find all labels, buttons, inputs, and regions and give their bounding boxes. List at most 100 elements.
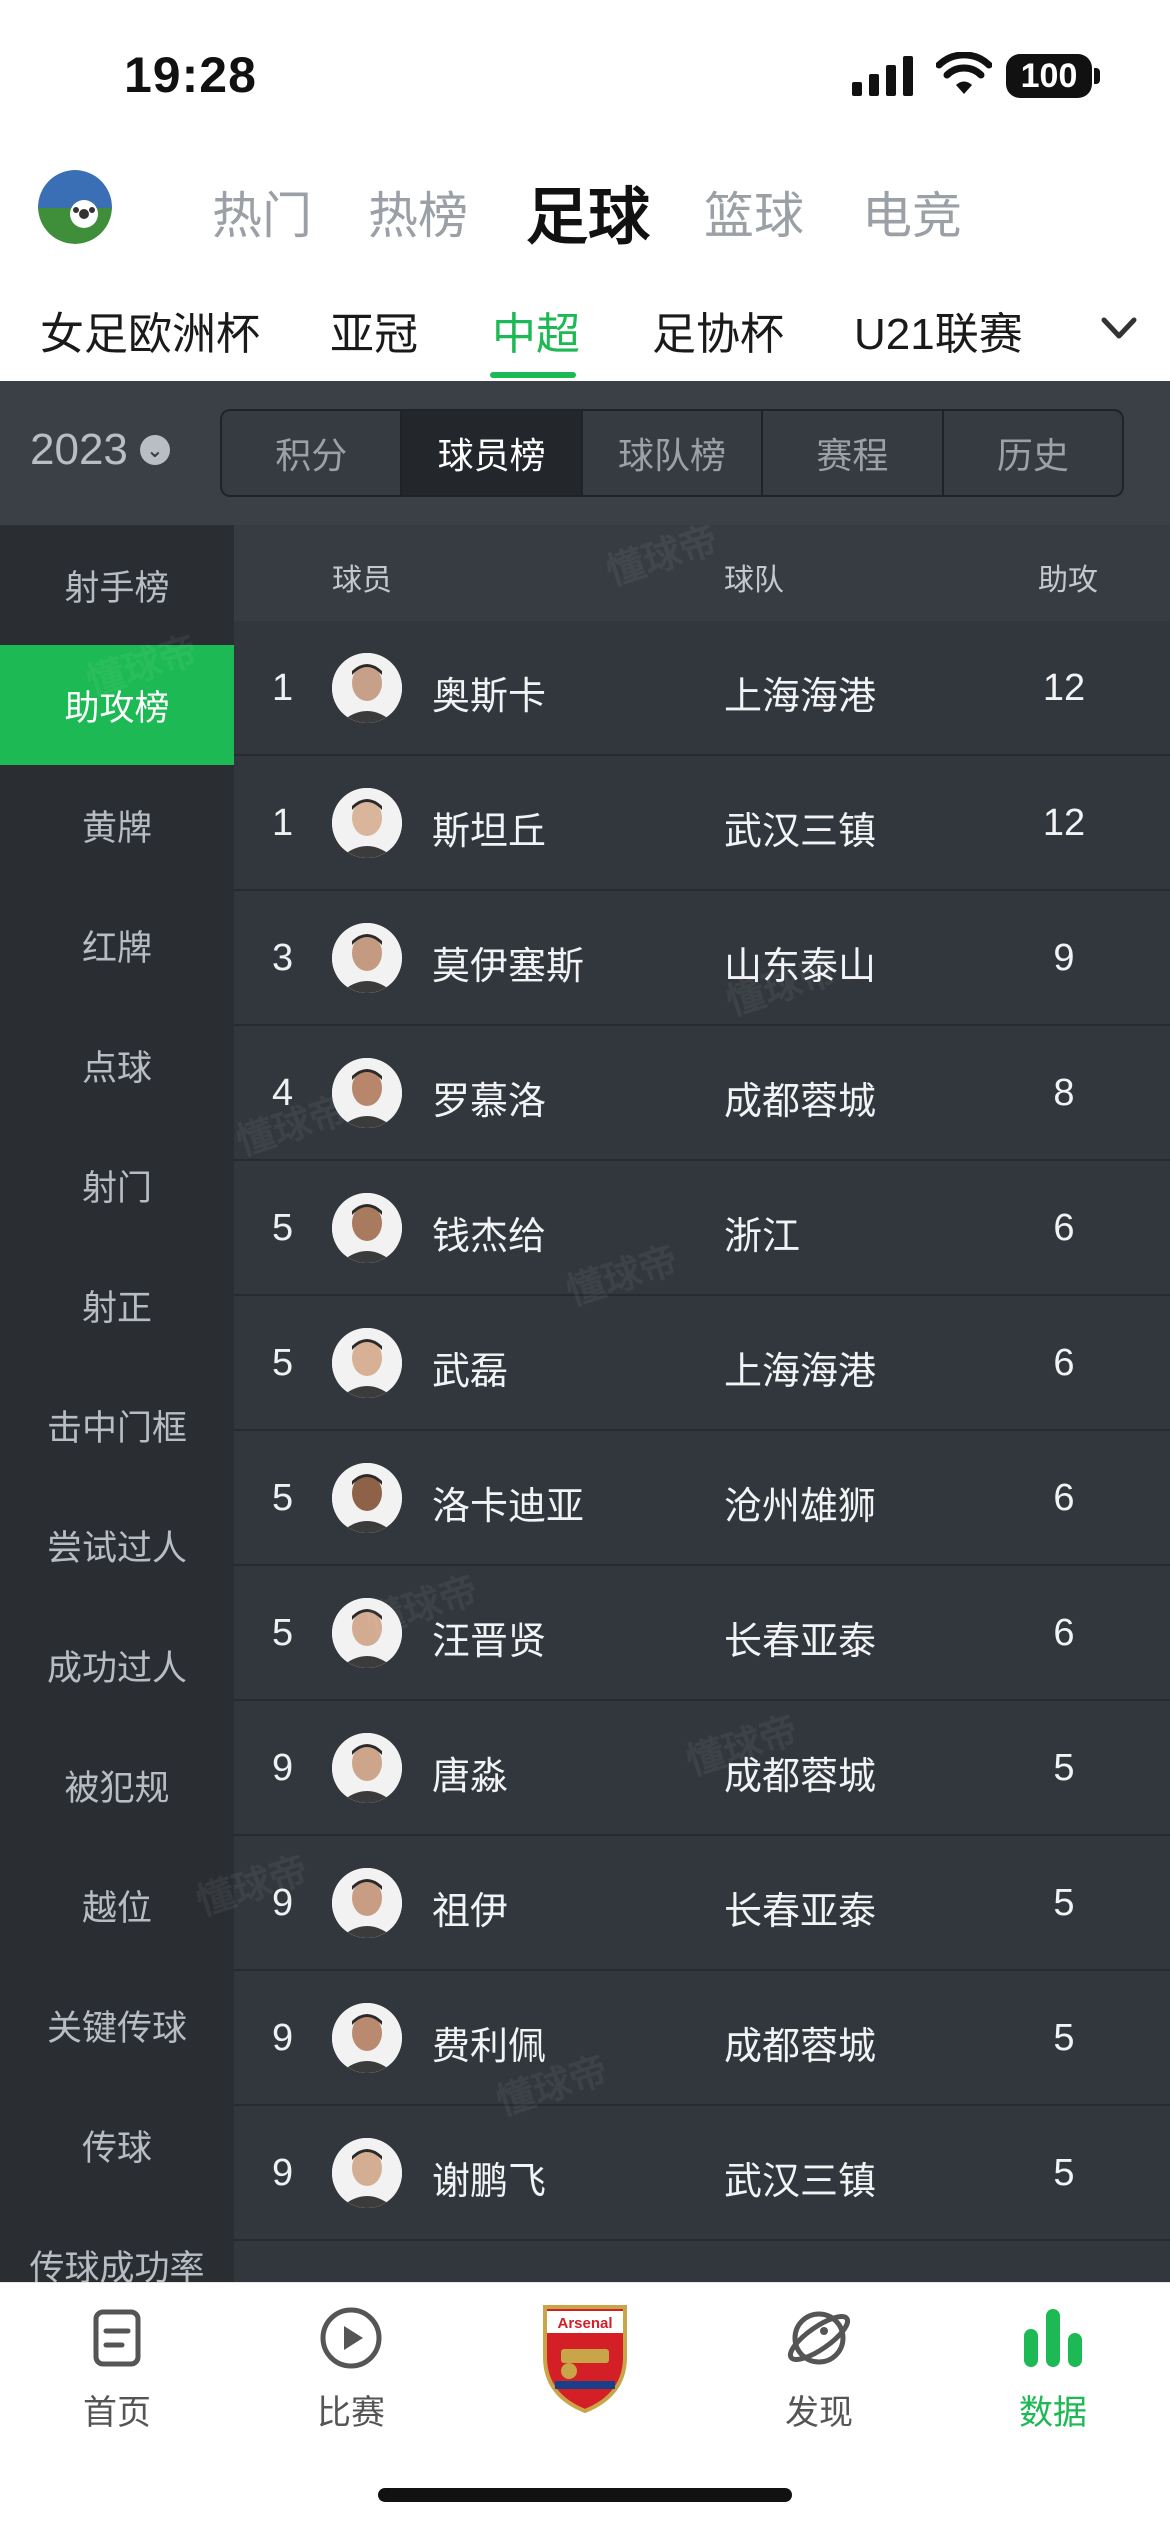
nav-discover[interactable]: 发现 [749,2303,889,2453]
category-dribbles-successful[interactable]: 成功过人 [0,1605,234,1725]
category-red-cards[interactable]: 红牌 [0,885,234,1005]
chevron-down-icon: ⌄ [139,435,170,465]
table-row[interactable]: 1 奥斯卡 上海海港 12 [234,621,1170,756]
season-selector[interactable]: 2023 ⌄ [30,425,170,475]
team-name: 浙江 [724,1216,801,1258]
rank: 1 [272,802,294,844]
assists-value: 5 [1053,1747,1075,1789]
season-label: 2023 [30,425,128,474]
player-avatar [332,1868,402,1938]
nav-matches[interactable]: 比赛 [281,2303,421,2453]
segment-schedule[interactable]: 赛程 [763,411,944,495]
team-name: 长春亚泰 [724,1891,877,1933]
player-name: 罗慕洛 [432,1081,547,1123]
status-time: 19:28 [124,47,257,103]
header-assists[interactable]: 助攻 [1038,555,1098,599]
category-shots-on-target[interactable]: 射正 [0,1245,234,1365]
table-row[interactable]: 9 费利佩 成都蓉城 5 [234,1971,1170,2106]
category-key-passes[interactable]: 关键传球 [0,1965,234,2085]
team-name: 武汉三镇 [724,2161,877,2203]
table-row[interactable]: 9 祖伊 长春亚泰 5 [234,1836,1170,1971]
stats-segment-control: 积分 球员榜 球队榜 赛程 历史 [220,409,1124,497]
rank: 5 [272,1342,294,1384]
team-name: 沧州雄狮 [724,1486,877,1528]
player-avatar [332,1463,402,1533]
nav-team-crest[interactable]: Arsenal [515,2297,655,2447]
team-name: 成都蓉城 [724,2026,877,2068]
category-passes[interactable]: 传球 [0,2085,234,2205]
header-player: 球员 [332,564,392,597]
table-row[interactable]: 5 武磊 上海海港 6 [234,1296,1170,1431]
assists-value: 12 [1042,802,1086,844]
planet-icon [787,2311,851,2365]
category-penalties[interactable]: 点球 [0,1005,234,1125]
nav-matches-label: 比赛 [317,2394,385,2432]
league-tab-u21[interactable]: U21联赛 [854,298,1023,362]
nav-data[interactable]: 数据 [983,2303,1123,2453]
team-name: 上海海港 [724,676,877,718]
nav-home-label: 首页 [83,2394,151,2432]
table-row[interactable]: 1 斯坦丘 武汉三镇 12 [234,756,1170,891]
category-yellow-cards[interactable]: 黄牌 [0,765,234,885]
filter-bar: 2023 ⌄ 积分 球员榜 球队榜 赛程 历史 [0,381,1170,525]
rank: 9 [272,2152,294,2194]
bar-chart-icon [1024,2309,1082,2367]
rank: 3 [272,937,294,979]
table-row[interactable]: 4 罗慕洛 成都蓉城 8 [234,1026,1170,1161]
category-shots[interactable]: 射门 [0,1125,234,1245]
player-name: 武磊 [432,1351,509,1393]
table-row[interactable]: 5 洛卡迪亚 沧州雄狮 6 [234,1431,1170,1566]
category-pass-accuracy[interactable]: 传球成功率 [0,2205,234,2283]
tab-football[interactable]: 足球 [526,166,650,256]
league-tab-fa-cup[interactable]: 足协杯 [652,298,784,362]
segment-history[interactable]: 历史 [944,411,1122,495]
rank: 5 [272,1477,294,1519]
stats-content: 2023 ⌄ 积分 球员榜 球队榜 赛程 历史 射手榜 助攻榜 黄牌 红牌 点球… [0,381,1170,2282]
assists-value: 8 [1053,1072,1075,1114]
tab-hot[interactable]: 热门 [212,176,312,248]
segment-team-ranking[interactable]: 球队榜 [583,411,764,495]
player-name: 莫伊塞斯 [432,946,585,988]
player-name: 祖伊 [432,1891,509,1933]
team-name: 长春亚泰 [724,1621,877,1663]
tab-trending[interactable]: 热榜 [368,176,468,248]
player-name: 斯坦丘 [432,811,547,853]
team-name: 上海海港 [724,1351,877,1393]
status-bar: 19:28 100 [0,0,1170,150]
crest-text: Arsenal [557,2315,612,2332]
tab-basketball[interactable]: 篮球 [704,176,804,248]
player-name: 唐淼 [432,1756,509,1798]
assists-value: 9 [1053,937,1075,979]
active-league-indicator [490,372,576,378]
player-avatar [332,1193,402,1263]
arsenal-crest-icon: Arsenal [543,2305,627,2414]
segment-player-ranking[interactable]: 球员榜 [402,411,583,495]
cellular-signal-icon [852,56,913,96]
assists-value: 6 [1053,1342,1075,1384]
rank: 9 [272,2017,294,2059]
category-scorers[interactable]: 射手榜 [0,525,234,645]
category-fouled[interactable]: 被犯规 [0,1725,234,1845]
team-name: 成都蓉城 [724,1081,877,1123]
app-logo-icon[interactable] [38,170,112,244]
player-avatar [332,923,402,993]
player-avatar [332,1733,402,1803]
category-dribbles-attempted[interactable]: 尝试过人 [0,1485,234,1605]
league-tab-acl[interactable]: 亚冠 [330,298,418,362]
player-name: 钱杰给 [432,1216,547,1258]
league-tab-womens-euro[interactable]: 女足欧洲杯 [40,298,260,362]
category-sidebar: 射手榜 助攻榜 黄牌 红牌 点球 射门 射正 击中门框 尝试过人 成功过人 被犯… [0,525,234,2282]
play-icon [320,2307,382,2369]
segment-standings[interactable]: 积分 [222,411,403,495]
table-row[interactable]: 9 谢鹏飞 武汉三镇 5 [234,2106,1170,2241]
nav-home[interactable]: 首页 [47,2303,187,2453]
table-row[interactable]: 5 钱杰给 浙江 6 [234,1161,1170,1296]
battery-indicator: 100 [1006,54,1092,98]
tab-esports[interactable]: 电竞 [862,176,962,248]
league-tab-csl[interactable]: 中超 [492,298,580,362]
category-woodwork[interactable]: 击中门框 [0,1365,234,1485]
player-avatar [332,2003,402,2073]
player-avatar [332,653,402,723]
table-row[interactable]: 3 莫伊塞斯 山东泰山 9 [234,891,1170,1026]
chevron-down-icon[interactable] [1098,310,1140,346]
